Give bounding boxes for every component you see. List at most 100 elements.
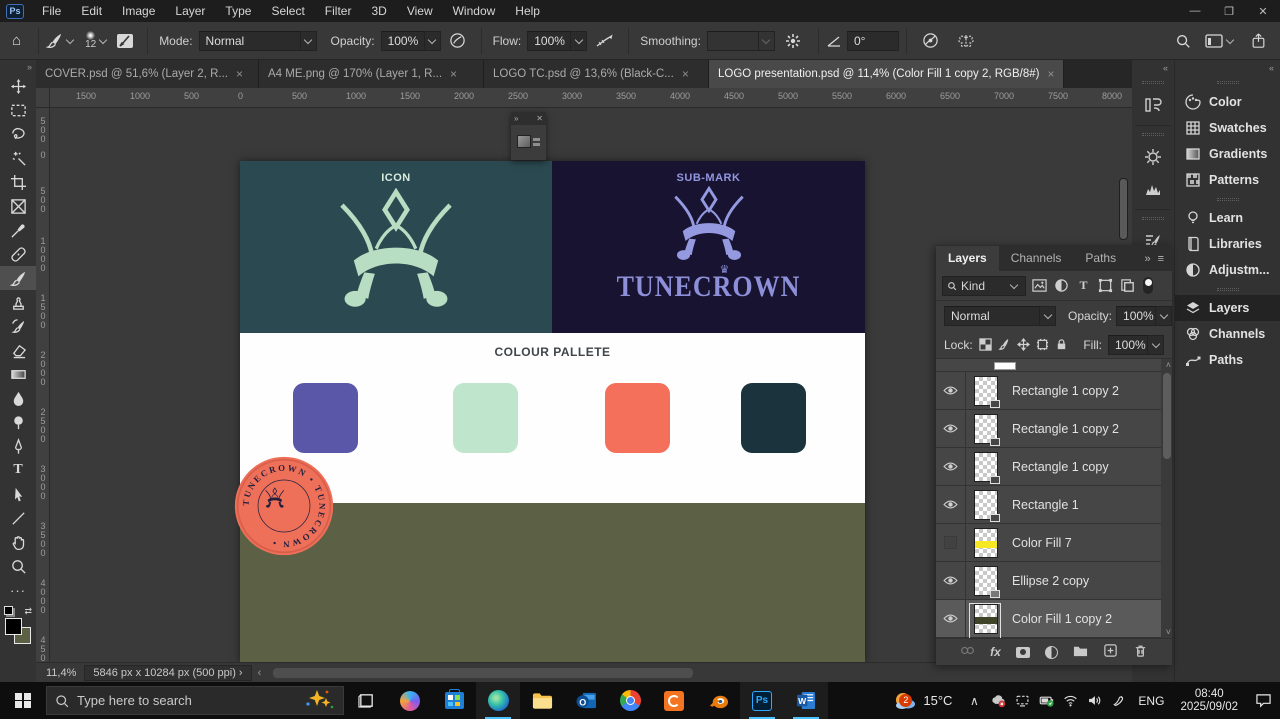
flow-dropdown[interactable]: 100% [527,31,587,51]
panel-collapse-icon[interactable]: » [1144,253,1150,265]
canvas-horizontal-scrollbar[interactable] [273,668,693,678]
filter-smart-objects-icon[interactable] [1119,277,1136,294]
layer-thumbnail[interactable] [974,414,998,444]
filter-adjustment-layers-icon[interactable] [1053,277,1070,294]
panel-button-swatches[interactable]: Swatches [1175,115,1280,141]
menu-file[interactable]: File [32,0,71,22]
blend-mode-dropdown[interactable]: Normal [944,306,1056,326]
chrome-button[interactable] [608,682,652,719]
layers-scrollbar[interactable]: ˄ ˅ [1161,359,1172,638]
tab-close-icon[interactable]: × [682,67,689,81]
new-group-icon[interactable] [1073,643,1088,661]
brush-settings-toggle-icon[interactable] [116,33,134,49]
panel-button-channels[interactable]: Channels [1175,321,1280,347]
tray-expand-icon[interactable]: ∧ [962,682,986,719]
menu-type[interactable]: Type [215,0,261,22]
adjustment-layer-icon[interactable] [1045,646,1058,659]
tab-logo-tc-psd[interactable]: LOGO TC.psd @ 13,6% (Black-C...× [484,60,709,88]
visibility-toggle-off[interactable] [936,524,966,561]
visibility-toggle[interactable] [936,486,966,523]
tab-channels[interactable]: Channels [999,246,1074,271]
layer-styles-icon[interactable]: fx [990,645,1001,659]
share-icon[interactable] [1251,33,1266,49]
edit-toolbar-icon[interactable]: ··· [0,578,36,602]
menu-3d[interactable]: 3D [361,0,396,22]
marquee-tool[interactable] [0,98,36,122]
menu-select[interactable]: Select [261,0,314,22]
add-mask-icon[interactable] [1016,647,1030,658]
history-panel-icon[interactable] [1138,92,1168,118]
restore-button[interactable]: ❐ [1212,0,1246,22]
search-icon[interactable] [1175,33,1191,49]
lock-image-pixels-icon[interactable] [998,338,1011,351]
panel-button-patterns[interactable]: Patterns [1175,167,1280,193]
battery-status-icon[interactable] [1034,682,1058,719]
foreground-color-swatch[interactable] [5,618,22,635]
brush-settings-panel-icon[interactable] [1138,144,1168,170]
tab-close-icon[interactable]: × [236,67,243,81]
file-explorer-button[interactable] [520,682,564,719]
lock-artboard-icon[interactable] [1036,338,1049,351]
brush-angle-value[interactable]: 0° [847,31,899,51]
dodge-tool[interactable] [0,410,36,434]
layer-row-rectangle-1-copy[interactable]: Rectangle 1 copy [936,448,1172,486]
brush-preset-picker[interactable]: 12 [85,31,96,50]
lock-transparent-pixels-icon[interactable] [979,338,992,351]
fill-dropdown[interactable]: 100% [1108,335,1164,355]
workspace-switcher-icon[interactable] [1205,34,1237,48]
crunchyroll-button[interactable] [652,682,696,719]
tab-paths[interactable]: Paths [1073,246,1128,271]
zoom-tool[interactable] [0,554,36,578]
layer-row-rectangle-1-copy-2b[interactable]: Rectangle 1 copy 2 [936,410,1172,448]
filter-pixel-layers-icon[interactable] [1031,277,1048,294]
histogram-panel-icon[interactable] [1138,176,1168,202]
lasso-tool[interactable] [0,122,36,146]
panel-expand-icon[interactable]: » [514,114,518,123]
crop-tool[interactable] [0,170,36,194]
opacity-dropdown[interactable]: 100% [381,31,441,51]
mode-dropdown[interactable]: Normal [199,31,317,51]
layer-row-partial[interactable] [936,359,1172,372]
brush-tool-icon[interactable] [46,32,63,49]
visibility-toggle[interactable] [936,372,966,409]
weather-widget[interactable]: 2 15°C [883,691,962,711]
frame-tool[interactable] [0,194,36,218]
layer-row-color-fill-7[interactable]: Color Fill 7 [936,524,1172,562]
notification-center-button[interactable] [1246,682,1280,719]
eraser-tool[interactable] [0,338,36,362]
history-brush-tool[interactable] [0,314,36,338]
gradient-tool[interactable] [0,362,36,386]
visibility-toggle[interactable] [936,410,966,447]
panel-button-adjustments[interactable]: Adjustm... [1175,257,1280,283]
panel-button-learn[interactable]: Learn [1175,205,1280,231]
layer-thumbnail[interactable] [974,604,998,634]
blur-tool[interactable] [0,386,36,410]
microsoft-store-button[interactable] [432,682,476,719]
pressure-opacity-icon[interactable] [449,32,466,49]
blender-button[interactable] [696,682,740,719]
pen-tool[interactable] [0,434,36,458]
panel-button-color[interactable]: Color [1175,89,1280,115]
menu-help[interactable]: Help [505,0,550,22]
menu-edit[interactable]: Edit [71,0,112,22]
delete-layer-icon[interactable] [1133,643,1148,661]
tab-logo-presentation-psd[interactable]: LOGO presentation.psd @ 11,4% (Color Fil… [709,60,1064,88]
panel-button-paths[interactable]: Paths [1175,347,1280,373]
panel-button-layers[interactable]: Layers [1175,295,1280,321]
close-button[interactable]: ✕ [1246,0,1280,22]
airbrush-icon[interactable] [595,33,613,49]
new-layer-icon[interactable] [1103,643,1118,661]
tab-layers[interactable]: Layers [936,246,999,271]
status-scroll-left-icon[interactable]: ‹ [258,667,262,679]
task-view-button[interactable] [344,682,388,719]
layer-thumbnail[interactable] [974,452,998,482]
smoothing-dropdown[interactable] [707,31,775,51]
zoom-level-value[interactable]: 11,4% [46,667,76,679]
outlook-button[interactable]: O [564,682,608,719]
eyedropper-tool[interactable] [0,218,36,242]
filter-toggle-switch[interactable] [1143,277,1153,294]
layer-thumbnail[interactable] [974,490,998,520]
visibility-toggle[interactable] [936,562,966,599]
filter-shape-layers-icon[interactable] [1097,277,1114,294]
lock-position-icon[interactable] [1017,338,1030,351]
